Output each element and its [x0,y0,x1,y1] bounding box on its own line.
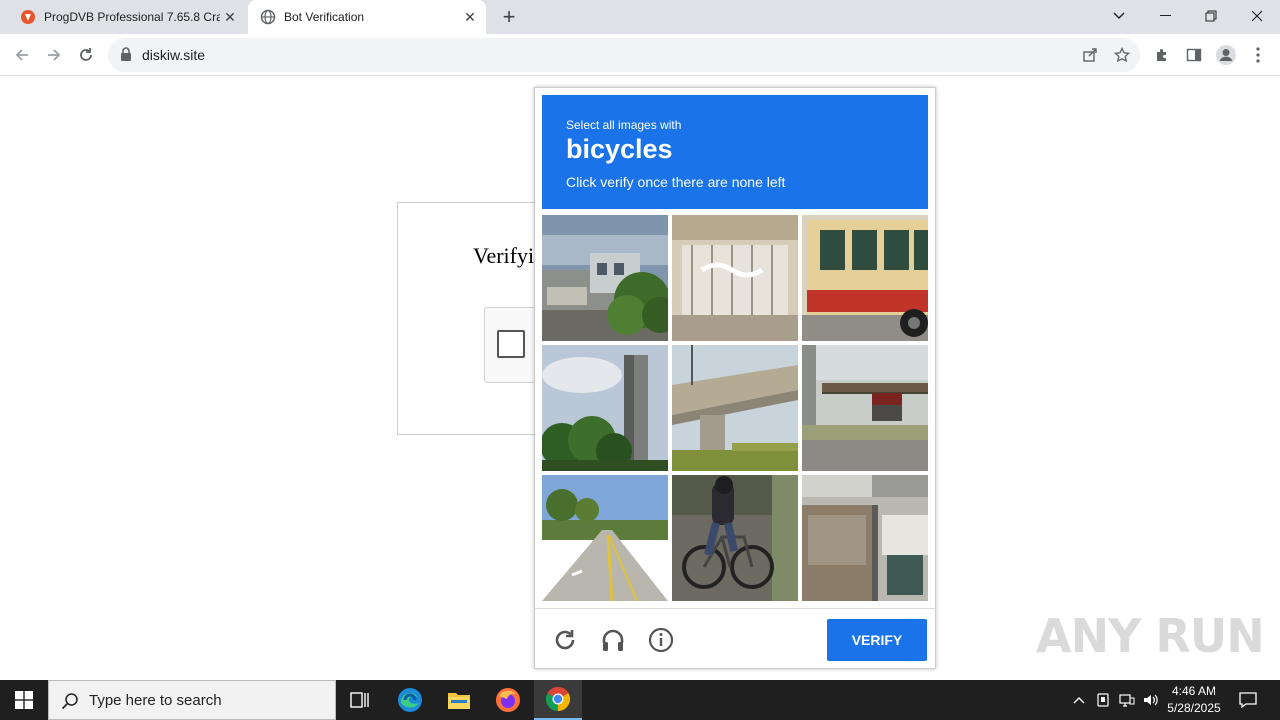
tab-strip: ProgDVB Professional 7.65.8 Cra ✕ Bot Ve… [0,0,1280,34]
side-panel-icon[interactable] [1179,40,1209,70]
headphones-icon[interactable] [599,626,627,654]
captcha-tile-3[interactable] [802,215,928,341]
system-clock[interactable]: 4:46 AM 5/28/2025 [1160,683,1228,717]
reload-challenge-icon[interactable] [551,626,579,654]
reload-icon[interactable] [71,40,101,70]
browser-toolbar: diskiw.site [0,34,1280,76]
search-icon [61,692,79,715]
captcha-tile-9[interactable] [802,475,928,601]
captcha-instruction: Select all images with [566,118,682,132]
minimize-button[interactable] [1142,0,1188,32]
tab-progdvb[interactable]: ProgDVB Professional 7.65.8 Cra ✕ [8,0,246,34]
captcha-header: Select all images with bicycles Click ve… [542,95,928,209]
tab-title: ProgDVB Professional 7.65.8 Cra [44,10,220,24]
volume-icon[interactable] [1140,680,1162,720]
device-icon[interactable] [1092,680,1114,720]
captcha-sub-instruction: Click verify once there are none left [566,174,786,190]
windows-taskbar: Type here to search 4:46 AM 5/28/2025 [0,680,1280,720]
clock-date: 5/28/2025 [1167,701,1221,715]
edge-browser-icon[interactable] [386,680,434,720]
task-view-icon[interactable] [336,680,384,720]
page-content: Verifyi Select all images with bicycles … [0,77,1280,680]
share-icon[interactable] [1075,40,1105,70]
captcha-tile-6[interactable] [802,345,928,471]
captcha-target-object: bicycles [566,134,673,164]
captcha-footer: VERIFY [535,608,935,669]
close-window-button[interactable] [1234,0,1280,32]
firefox-icon[interactable] [484,680,532,720]
extensions-icon[interactable] [1147,40,1177,70]
verify-button[interactable]: VERIFY [827,619,927,661]
tab-search-chevron-icon[interactable] [1096,0,1142,32]
file-explorer-icon[interactable] [435,680,483,720]
recaptcha-checkbox[interactable] [497,330,525,358]
new-tab-button[interactable]: + [497,4,521,29]
lock-icon[interactable] [120,47,132,66]
bookmark-star-icon[interactable] [1107,40,1137,70]
back-icon[interactable] [7,40,37,70]
captcha-challenge-popup: Select all images with bicycles Click ve… [534,87,936,669]
forward-icon[interactable] [39,40,69,70]
url-text: diskiw.site [142,47,206,63]
verification-title: Verifyi [473,243,535,268]
close-tab-icon[interactable]: ✕ [460,7,480,27]
tab-bot-verification[interactable]: Bot Verification ✕ [248,0,486,34]
captcha-tile-7[interactable] [542,475,668,601]
globe-icon [260,9,276,25]
network-icon[interactable] [1115,680,1139,720]
tray-overflow-chevron-icon[interactable] [1068,680,1090,720]
captcha-tile-8[interactable] [672,475,798,601]
captcha-tile-1[interactable] [542,215,668,341]
info-icon[interactable] [647,626,675,654]
address-bar[interactable]: diskiw.site [108,38,1140,72]
profile-avatar-icon[interactable] [1211,40,1241,70]
notification-icon[interactable] [1234,680,1262,720]
anyrun-watermark: ANY RUN [1036,609,1265,663]
progdvb-icon [20,9,36,25]
restore-button[interactable] [1188,0,1234,32]
close-tab-icon[interactable]: ✕ [220,7,240,27]
tab-title: Bot Verification [284,10,365,24]
captcha-tile-5[interactable] [672,345,798,471]
chrome-icon[interactable] [534,680,582,720]
windows-start-icon[interactable] [0,680,48,720]
captcha-tile-4[interactable] [542,345,668,471]
menu-kebab-icon[interactable] [1243,40,1273,70]
captcha-tile-2[interactable] [672,215,798,341]
clock-time: 4:46 AM [1171,684,1217,698]
search-placeholder: Type here to search [89,692,222,709]
taskbar-search-box[interactable]: Type here to search [48,680,336,720]
